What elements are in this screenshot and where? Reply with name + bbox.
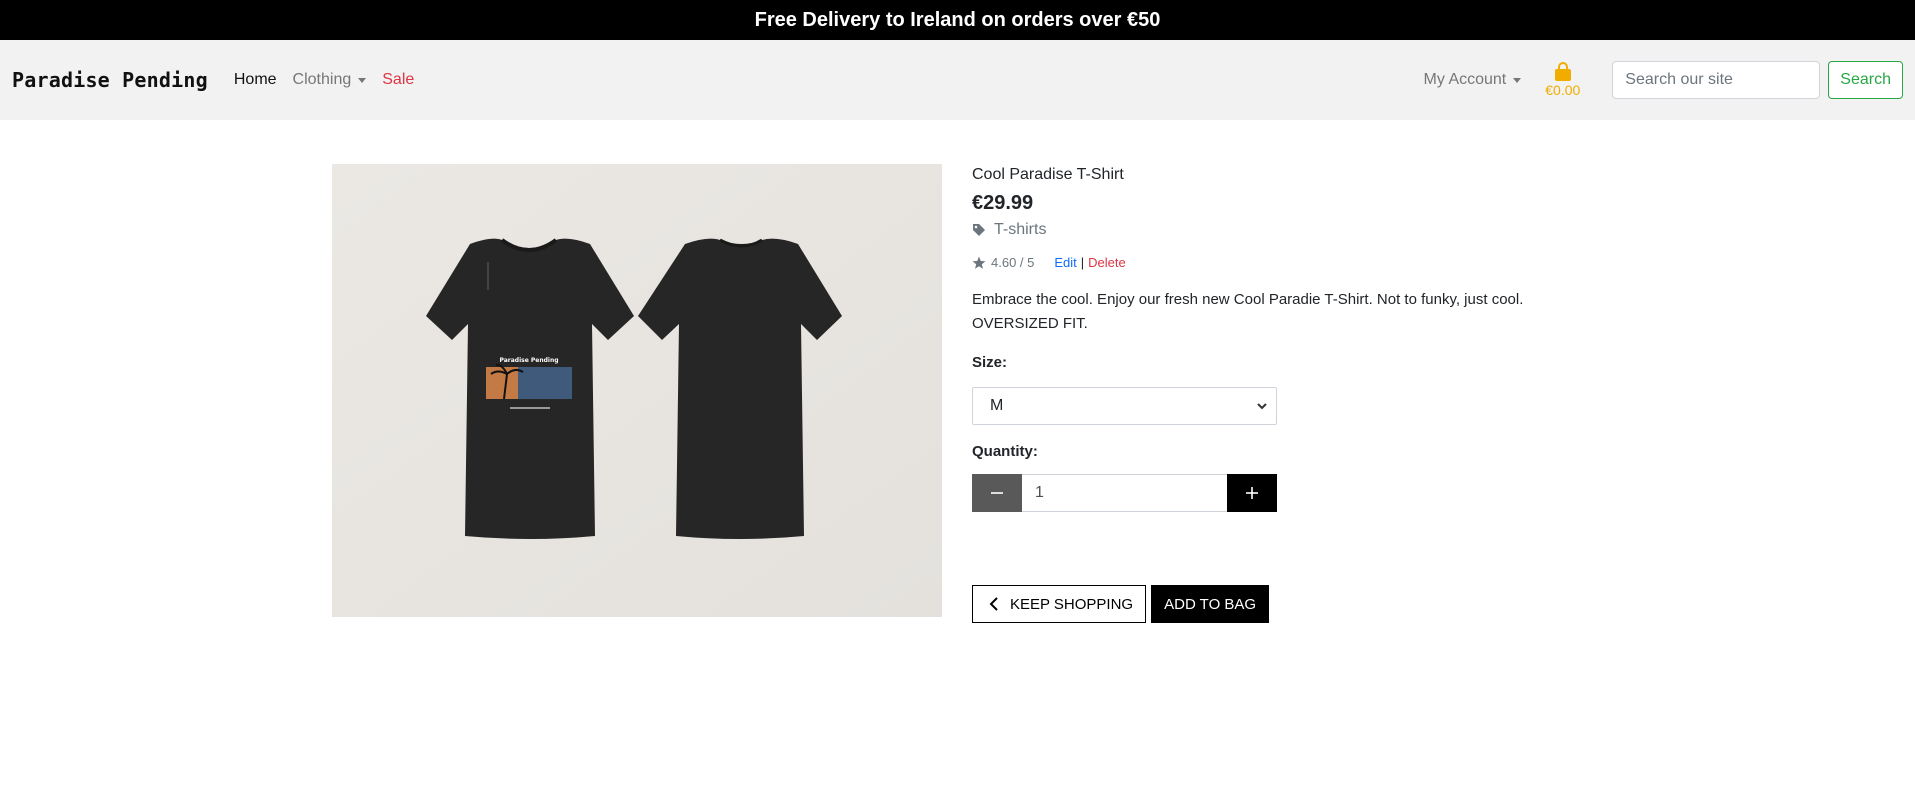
- product-category: T-shirts: [994, 221, 1047, 238]
- quantity-label: Quantity:: [972, 443, 1038, 460]
- rating-row: 4.60 / 5 Edit | Delete: [972, 255, 1592, 270]
- tshirt-print-text: Paradise Pending: [499, 357, 558, 364]
- size-select[interactable]: M: [972, 387, 1277, 425]
- product-description: Embrace the cool. Enjoy our fresh new Co…: [972, 288, 1572, 336]
- product-detail: Paradise Pending Cool Paradise T-Shirt €…: [0, 120, 1915, 792]
- description-line-2: OVERSIZED FIT.: [972, 315, 1088, 332]
- t-shirt-illustration: Paradise Pending: [332, 164, 942, 617]
- nav-clothing-dropdown[interactable]: Clothing: [293, 71, 367, 89]
- product-category-link[interactable]: T-shirts: [972, 221, 1592, 239]
- description-line-1: Embrace the cool. Enjoy our fresh new Co…: [972, 291, 1524, 308]
- keep-shopping-label: KEEP SHOPPING: [1010, 595, 1134, 613]
- product-price: €29.99: [972, 192, 1034, 214]
- nav-sale-label: Sale: [382, 71, 415, 88]
- nav-clothing-label: Clothing: [292, 71, 352, 88]
- product-details: Cool Paradise T-Shirt €29.99 T-shirts 4.…: [972, 164, 1592, 623]
- size-selected-value: M: [990, 397, 1004, 414]
- product-name: Cool Paradise T-Shirt: [972, 166, 1124, 183]
- keep-shopping-button[interactable]: KEEP SHOPPING: [972, 585, 1147, 623]
- search-input[interactable]: [1612, 61, 1821, 99]
- star-icon: [972, 256, 986, 269]
- action-buttons: KEEP SHOPPING ADD TO BAG: [972, 585, 1592, 623]
- chevron-left-icon: [989, 597, 998, 611]
- quantity-input[interactable]: 1: [1022, 474, 1227, 512]
- my-account-label: My Account: [1423, 71, 1507, 88]
- increment-quantity-button[interactable]: [1227, 474, 1277, 512]
- tag-icon: [973, 224, 985, 236]
- delete-product-link[interactable]: Delete: [1088, 255, 1126, 270]
- delivery-banner-text: Free Delivery to Ireland on orders over …: [754, 8, 1161, 31]
- main-navbar: Paradise Pending Home Clothing Sale My A…: [0, 40, 1915, 120]
- add-to-bag-button[interactable]: ADD TO BAG: [1151, 585, 1270, 623]
- product-image: Paradise Pending: [332, 164, 942, 617]
- quantity-stepper: 1: [972, 474, 1277, 512]
- nav-home-link[interactable]: Home: [234, 71, 277, 89]
- size-label: Size:: [972, 354, 1008, 371]
- chevron-down-icon: [1513, 77, 1522, 83]
- chevron-down-icon: [1257, 403, 1267, 410]
- nav-home-label: Home: [233, 71, 277, 88]
- bag-total: €0.00: [1545, 82, 1581, 98]
- plus-icon: [1246, 487, 1258, 499]
- my-account-dropdown[interactable]: My Account: [1424, 71, 1522, 89]
- link-separator: |: [1080, 255, 1085, 270]
- search-button[interactable]: Search: [1828, 61, 1903, 99]
- minus-icon: [991, 492, 1003, 494]
- nav-sale-link[interactable]: Sale: [382, 71, 414, 89]
- delivery-banner: Free Delivery to Ireland on orders over …: [0, 0, 1915, 40]
- chevron-down-icon: [358, 77, 367, 83]
- site-logo[interactable]: Paradise Pending: [12, 68, 208, 92]
- product-rating: 4.60 / 5: [991, 255, 1035, 270]
- edit-product-link[interactable]: Edit: [1054, 255, 1076, 270]
- shopping-bag-icon: [1554, 62, 1571, 81]
- decrement-quantity-button[interactable]: [972, 474, 1022, 512]
- shopping-bag-link[interactable]: €0.00: [1545, 62, 1580, 98]
